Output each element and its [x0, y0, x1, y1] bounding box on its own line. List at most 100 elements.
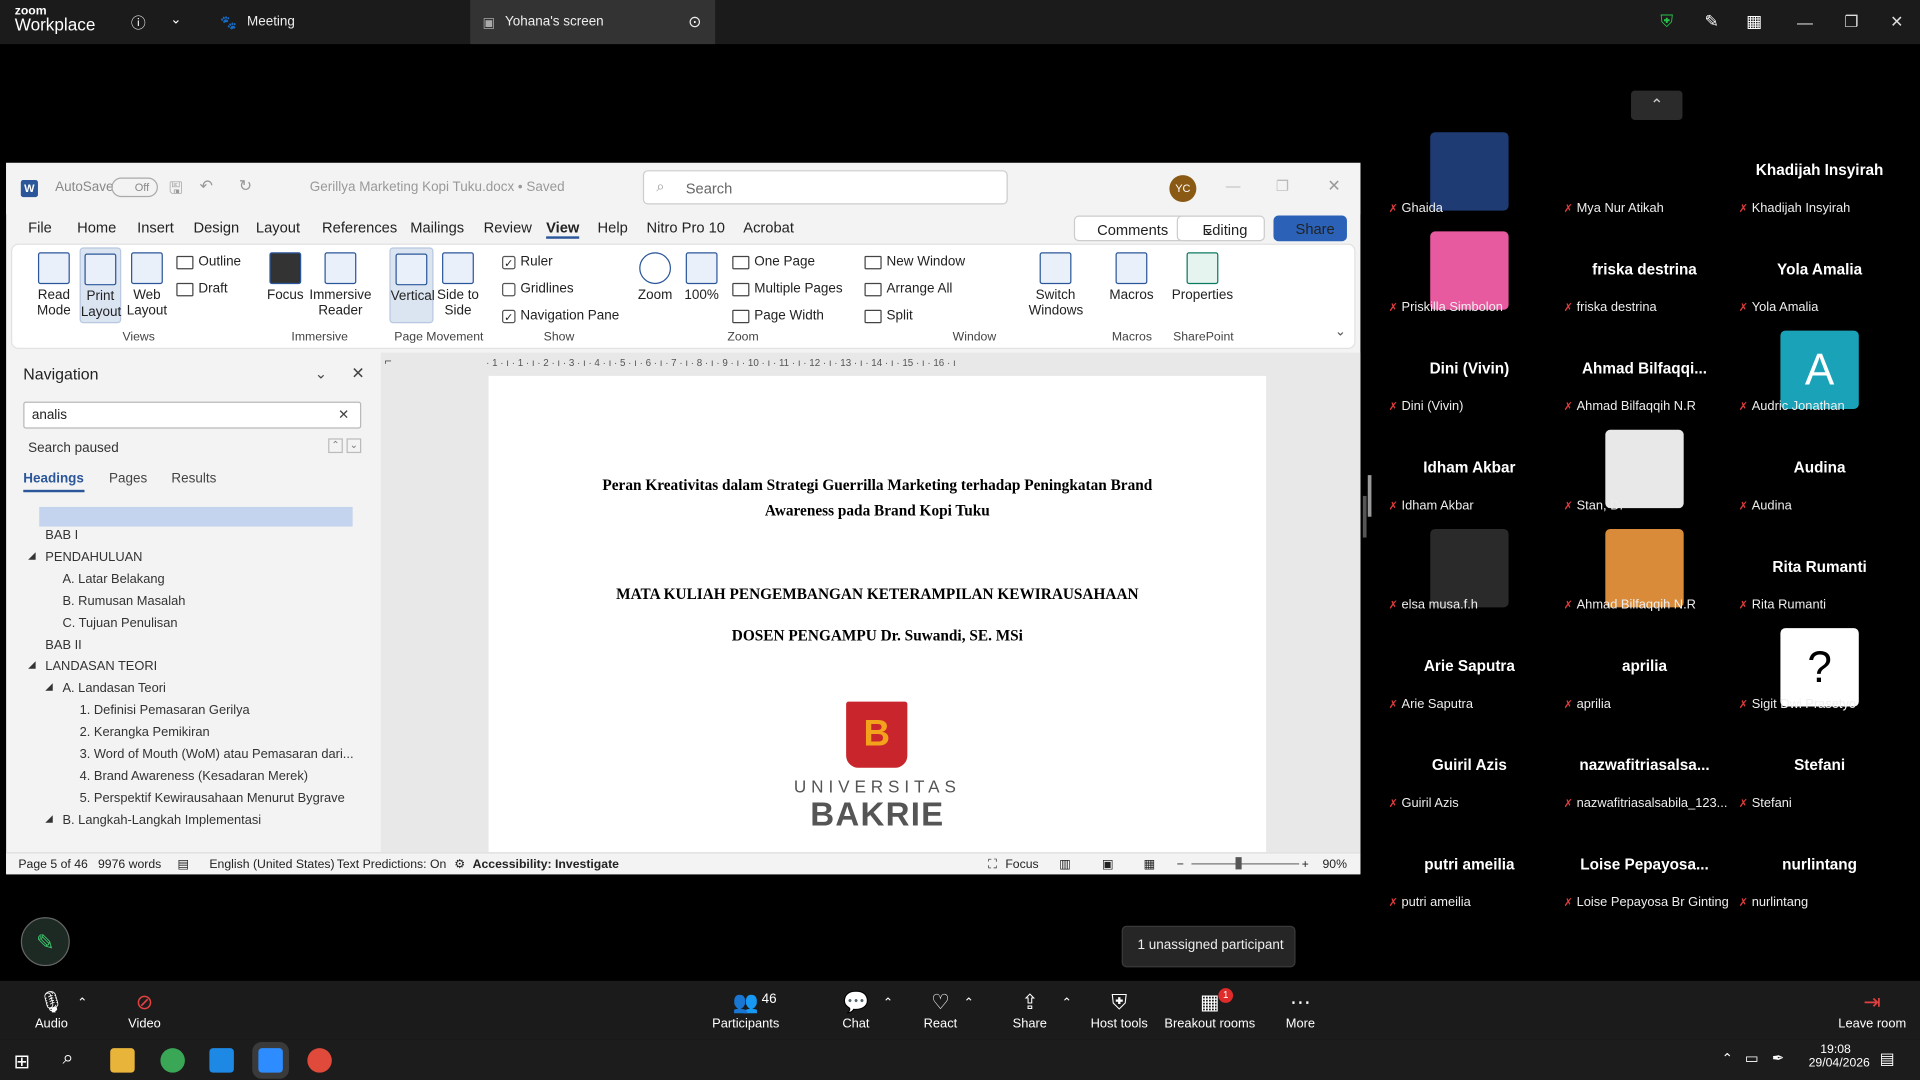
clock[interactable]: 19:08 29/04/2026 — [1809, 1043, 1870, 1070]
word-search-box[interactable]: ⌕ Search — [642, 170, 1008, 205]
restore-icon[interactable]: ❐ — [1828, 0, 1875, 44]
annotate-icon[interactable]: ✎ — [20, 917, 70, 967]
breakout-rooms-button[interactable]: ▦ Breakout rooms — [1161, 991, 1259, 1031]
chrome-icon[interactable] — [307, 1048, 332, 1073]
tab-mailings[interactable]: Mailings — [410, 219, 464, 236]
participant-video-tile[interactable] — [1430, 528, 1509, 608]
arrange-all-button[interactable]: Arrange All — [864, 282, 952, 296]
tab-results[interactable]: Results — [171, 471, 216, 486]
participant-video-tile[interactable] — [1430, 132, 1509, 211]
splitter-handle[interactable] — [1362, 495, 1367, 538]
shared-screen-tab[interactable]: ▣ Yohana's screen ⊙ — [470, 0, 716, 45]
meeting-tab[interactable]: 🐾 Meeting — [220, 0, 295, 44]
chevron-up-icon[interactable]: ⌃ — [1722, 1051, 1733, 1067]
split-button[interactable]: Split — [864, 309, 913, 323]
zoom-in-icon[interactable]: + — [1302, 858, 1309, 871]
heading-item[interactable]: ◢ LANDASAN TEORI — [28, 659, 157, 674]
heading-item[interactable]: 4. Brand Awareness (Kesadaran Merek) — [80, 769, 308, 784]
tab-layout[interactable]: Layout — [256, 219, 300, 236]
restore-icon[interactable]: ❐ — [1276, 178, 1289, 195]
navigation-pane-checkbox[interactable]: ✓ Navigation Pane — [502, 309, 619, 323]
selected-heading-highlight[interactable] — [39, 506, 353, 527]
more-button[interactable]: ⋯ More — [1258, 991, 1344, 1031]
share-button[interactable]: Share — [1273, 215, 1347, 242]
notification-icon[interactable]: ▤ — [1880, 1049, 1895, 1069]
editing-button[interactable]: Editing ⌄ — [1176, 215, 1265, 242]
collapse-caret-icon[interactable]: ◢ — [28, 550, 36, 561]
text-predictions-status[interactable]: Text Predictions: On — [337, 858, 447, 871]
close-icon[interactable]: ✕ — [351, 364, 364, 384]
zoom-100-button[interactable]: 100% — [681, 252, 723, 303]
zoom-slider-thumb[interactable] — [1235, 857, 1242, 870]
app-icon[interactable] — [209, 1048, 234, 1073]
heading-item[interactable]: 3. Word of Mouth (WoM) atau Pemasaran da… — [80, 747, 354, 762]
tab-help[interactable]: Help — [598, 219, 628, 236]
chevron-up-icon[interactable]: ⌃ — [964, 997, 974, 1010]
chevron-up-icon[interactable]: ⌃ — [1062, 997, 1072, 1010]
tab-nitro[interactable]: Nitro Pro 10 — [647, 219, 725, 236]
user-avatar[interactable]: YC — [1169, 175, 1197, 203]
chevron-down-icon[interactable]: ⌄ — [170, 11, 181, 27]
read-mode-button[interactable]: Read Mode — [29, 252, 78, 319]
pen-icon[interactable]: ✎ — [1705, 11, 1719, 32]
multiple-pages-button[interactable]: Multiple Pages — [732, 282, 843, 296]
immersive-reader-button[interactable]: Immersive Reader — [309, 252, 373, 319]
navigation-search-input[interactable]: analis ✕ — [23, 401, 362, 429]
participant-video-tile[interactable]: ? — [1780, 628, 1859, 707]
web-layout-icon[interactable]: ▦ — [1144, 858, 1156, 871]
more-icon[interactable]: ⊙ — [688, 12, 701, 32]
shield-icon[interactable]: ⛨ — [1660, 11, 1673, 32]
heading-item[interactable]: B. Rumusan Masalah — [62, 593, 185, 608]
info-icon[interactable]: ⓘ — [131, 12, 146, 33]
proofing-icon[interactable]: ▤ — [178, 858, 190, 871]
tab-file[interactable]: File — [28, 219, 52, 236]
heading-item[interactable]: ◢ PENDAHULUAN — [28, 550, 142, 565]
heading-item[interactable]: 1. Definisi Pemasaran Gerilya — [80, 703, 250, 718]
one-page-button[interactable]: One Page — [732, 255, 815, 269]
close-icon[interactable]: ✕ — [1873, 0, 1920, 44]
zoom-out-icon[interactable]: − — [1177, 858, 1184, 871]
participant-video-tile[interactable] — [1430, 231, 1509, 310]
network-icon[interactable]: ▭ — [1745, 1049, 1759, 1066]
heading-item[interactable]: C. Tujuan Penulisan — [62, 615, 177, 630]
new-window-button[interactable]: New Window — [864, 255, 965, 269]
gridlines-checkbox[interactable]: Gridlines — [502, 282, 574, 296]
tab-stop-icon[interactable]: ⌐ — [384, 355, 391, 368]
tab-acrobat[interactable]: Acrobat — [743, 219, 794, 236]
tab-design[interactable]: Design — [193, 219, 239, 236]
document-title[interactable]: Gerillya Marketing Kopi Tuku.docx • Save… — [310, 180, 565, 195]
next-result-icon[interactable]: ⌄ — [346, 438, 362, 454]
tab-view[interactable]: View — [546, 219, 580, 239]
heading-item[interactable]: BAB II — [45, 637, 81, 652]
print-layout-icon[interactable]: ▣ — [1102, 858, 1114, 871]
chevron-down-icon[interactable]: ⌄ — [315, 365, 327, 382]
minimize-icon[interactable]: — — [1782, 0, 1829, 44]
clear-icon[interactable]: ✕ — [338, 407, 349, 423]
language-status[interactable]: English (United States) — [209, 858, 334, 871]
layout-icon[interactable]: ▦ — [1746, 11, 1762, 32]
zoom-slider[interactable] — [1191, 863, 1300, 865]
macros-button[interactable]: Macros — [1109, 252, 1154, 303]
side-to-side-button[interactable]: Side to Side — [436, 252, 480, 319]
tab-home[interactable]: Home — [77, 219, 116, 236]
web-layout-button[interactable]: Web Layout — [125, 252, 169, 319]
word-count[interactable]: 9976 words — [98, 858, 161, 871]
save-icon[interactable]: 🖫 — [169, 178, 183, 205]
windows-start-icon[interactable]: ⊞ — [13, 1049, 29, 1073]
previous-result-icon[interactable]: ⌃ — [328, 438, 343, 454]
tab-pages[interactable]: Pages — [109, 471, 147, 486]
collapse-ribbon-icon[interactable]: ⌄ — [1335, 323, 1346, 339]
autosave-toggle[interactable]: Off — [111, 177, 158, 198]
heading-item[interactable]: BAB I — [45, 528, 78, 543]
focus-button[interactable]: Focus — [264, 252, 306, 303]
page-count[interactable]: Page 5 of 46 — [18, 858, 87, 871]
outline-button[interactable]: Outline — [176, 255, 241, 269]
share-screen-button[interactable]: ⇪ Share — [987, 991, 1073, 1031]
video-button[interactable]: ⊘ Video — [102, 991, 188, 1031]
vertical-button[interactable]: Vertical — [389, 247, 435, 324]
zoom-button[interactable]: Zoom — [634, 252, 676, 303]
heading-item[interactable]: ◢ B. Langkah-Langkah Implementasi — [45, 813, 261, 828]
heading-item[interactable]: ◢ A. Landasan Teori — [45, 681, 166, 696]
scroll-up-icon[interactable]: ⌃ — [1631, 90, 1683, 121]
pen-icon[interactable]: ✒ — [1772, 1049, 1784, 1066]
